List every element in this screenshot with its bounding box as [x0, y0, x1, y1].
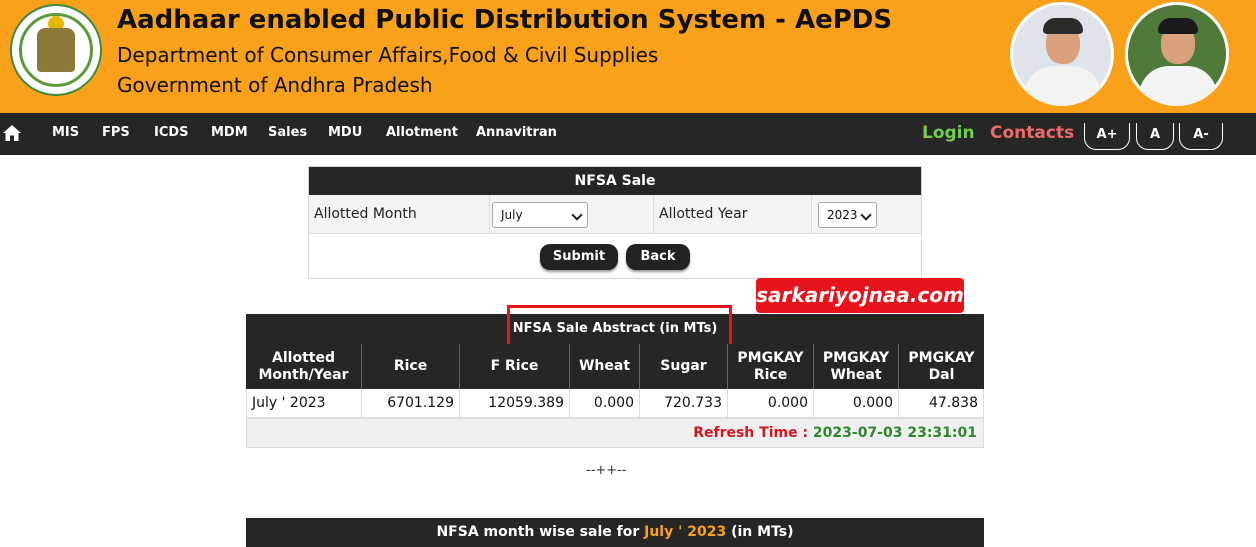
col-header-rice: Rice: [361, 344, 459, 389]
refresh-time-row: Refresh Time : 2023-07-03 23:31:01: [246, 418, 984, 448]
year-label: Allotted Year: [659, 206, 748, 222]
back-button[interactable]: Back: [626, 244, 690, 270]
cell-sugar: 720.733: [639, 389, 727, 418]
month-wise-prefix: NFSA month wise sale for: [436, 524, 640, 540]
col-header-pmgkay-dal: PMGKAY Dal: [898, 344, 984, 389]
nav-item-mdu[interactable]: MDU: [328, 125, 362, 140]
month-wise-period: July ' 2023: [644, 524, 727, 540]
watermark-banner: sarkariyojnaa.com: [756, 278, 964, 313]
nav-item-mis[interactable]: MIS: [52, 125, 79, 140]
font-decrease-button[interactable]: A-: [1179, 123, 1223, 150]
form-title: NFSA Sale: [309, 167, 921, 195]
cell-rice: 6701.129: [361, 389, 459, 418]
col-header-wheat: Wheat: [569, 344, 639, 389]
site-title: Aadhaar enabled Public Distribution Syst…: [117, 5, 893, 35]
cell-wheat: 0.000: [569, 389, 639, 418]
highlight-box: [507, 305, 732, 348]
month-select[interactable]: July: [492, 202, 588, 228]
nav-item-fps[interactable]: FPS: [102, 125, 130, 140]
col-header-pmgkay-rice: PMGKAY Rice: [727, 344, 813, 389]
month-wise-sale-header: NFSA month wise sale for July ' 2023 (in…: [246, 518, 984, 547]
minister-photo: [1125, 2, 1229, 106]
cell-f-rice: 12059.389: [459, 389, 569, 418]
main-nav: MIS FPS ICDS MDM Sales MDU Allotment Ann…: [0, 113, 1256, 155]
cell-pmgkay-dal: 47.838: [898, 389, 984, 418]
submit-button[interactable]: Submit: [540, 244, 618, 270]
cell-month: July ' 2023: [246, 389, 361, 418]
year-select[interactable]: 2023: [818, 202, 877, 228]
col-header-pmgkay-wheat: PMGKAY Wheat: [813, 344, 898, 389]
chief-minister-photo: [1010, 2, 1114, 106]
refresh-time-label: Refresh Time :: [693, 425, 809, 441]
nav-item-sales[interactable]: Sales: [268, 125, 307, 140]
chevron-down-icon: [571, 209, 583, 221]
col-header-sugar: Sugar: [639, 344, 727, 389]
month-label: Allotted Month: [314, 206, 417, 222]
separator-text: --++--: [586, 463, 627, 478]
contacts-link[interactable]: Contacts: [990, 123, 1074, 143]
refresh-time-value: 2023-07-03 23:31:01: [812, 425, 977, 441]
site-header: Aadhaar enabled Public Distribution Syst…: [0, 0, 1256, 113]
font-increase-button[interactable]: A+: [1084, 123, 1130, 150]
col-header-month: Allotted Month/Year: [246, 344, 361, 389]
chevron-down-icon: [860, 209, 872, 221]
form-filter-row: Allotted Month July Allotted Year 2023: [309, 195, 921, 234]
government-name: Government of Andhra Pradesh: [117, 73, 433, 97]
cell-pmgkay-wheat: 0.000: [813, 389, 898, 418]
department-name: Department of Consumer Affairs,Food & Ci…: [117, 43, 659, 67]
nav-item-mdm[interactable]: MDM: [211, 125, 248, 140]
col-header-f-rice: F Rice: [459, 344, 569, 389]
month-wise-suffix: (in MTs): [731, 524, 794, 540]
login-link[interactable]: Login: [922, 123, 975, 143]
nfsa-sale-form: NFSA Sale Allotted Month July Allotted Y…: [308, 166, 922, 279]
nav-item-annavitran[interactable]: Annavitran: [476, 125, 557, 140]
font-reset-button[interactable]: A: [1136, 123, 1174, 150]
ap-emblem-logo: [10, 4, 102, 96]
nav-item-allotment[interactable]: Allotment: [386, 125, 458, 140]
home-icon[interactable]: [2, 124, 22, 142]
cell-pmgkay-rice: 0.000: [727, 389, 813, 418]
nav-item-icds[interactable]: ICDS: [154, 125, 189, 140]
